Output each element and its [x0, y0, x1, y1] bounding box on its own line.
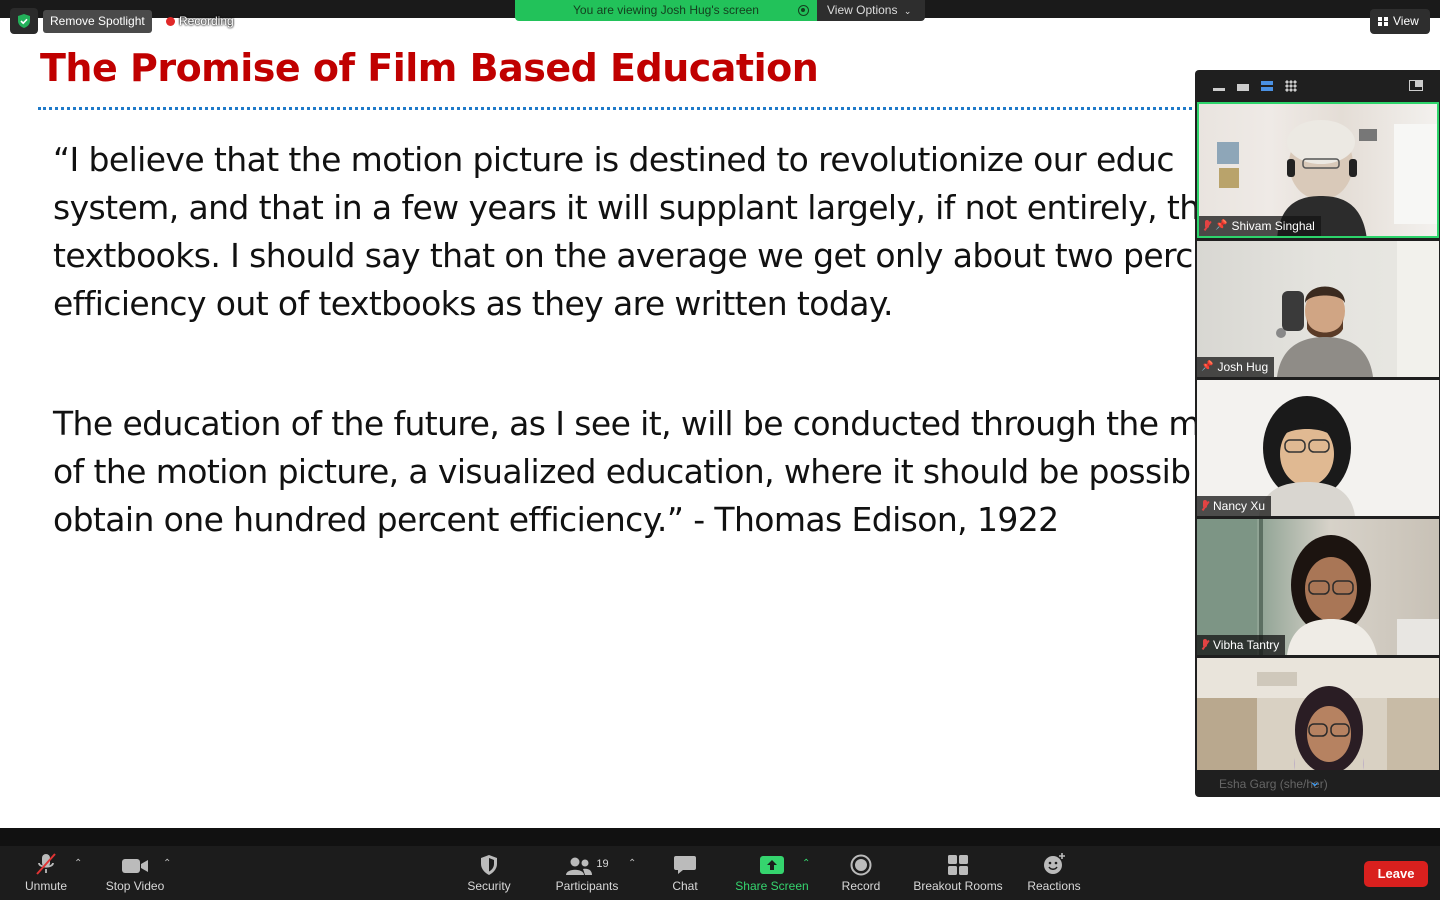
stop-video-button[interactable]: Stop Video: [100, 846, 170, 900]
shield-check-icon: [18, 14, 30, 28]
audio-options-caret[interactable]: ⌃: [74, 858, 82, 869]
recording-indicator[interactable]: Recording: [166, 12, 234, 30]
mic-muted-icon: [1203, 220, 1211, 232]
video-options-caret[interactable]: ⌃: [163, 858, 171, 869]
security-label: Security: [467, 879, 511, 893]
breakout-rooms-button[interactable]: Breakout Rooms: [908, 846, 1008, 900]
video-panel: 📌 Shivam Singhal 📌 Josh Hug Nancy Xu Vib…: [1195, 70, 1440, 797]
share-options-caret[interactable]: ⌃: [802, 858, 810, 869]
participants-button[interactable]: 19 Participants: [550, 846, 624, 900]
pin-icon: 📌: [1215, 220, 1228, 231]
security-button[interactable]: Security: [459, 846, 519, 900]
side-by-side-icon[interactable]: [1409, 80, 1423, 91]
leave-meeting-button[interactable]: Leave: [1364, 861, 1428, 887]
unmute-label: Unmute: [24, 879, 68, 893]
view-label: View: [1393, 14, 1419, 28]
participant-name: Shivam Singhal: [1231, 219, 1315, 233]
shield-icon: [481, 855, 497, 875]
recording-dot-icon: [166, 16, 175, 26]
participant-tile[interactable]: 📌 Shivam Singhal: [1197, 102, 1439, 238]
view-options-button[interactable]: View Options ⌄: [817, 0, 925, 21]
mic-muted-icon: [1201, 500, 1209, 512]
participant-name-tag: Nancy Xu: [1197, 496, 1272, 516]
toolbar-separator: [0, 828, 1440, 846]
slide-title: The Promise of Film Based Education: [40, 46, 819, 90]
meeting-toolbar: Unmute ⌃ Stop Video ⌃ Security 19 Partic…: [0, 846, 1440, 900]
speaker-view-icon[interactable]: [1261, 81, 1273, 91]
breakout-rooms-icon: [948, 855, 968, 875]
participants-label: Participants: [555, 879, 619, 893]
record-button[interactable]: Record: [834, 846, 888, 900]
viewing-banner: You are viewing Josh Hug's screen: [515, 0, 817, 21]
view-button[interactable]: View: [1370, 9, 1430, 34]
mic-muted-icon: [1201, 639, 1209, 651]
chat-bubble-icon: [674, 856, 696, 874]
participant-tile[interactable]: Vibha Tantry: [1197, 519, 1439, 655]
stop-video-label: Stop Video: [105, 879, 165, 893]
recording-label: Recording: [179, 14, 234, 28]
chevron-down-icon[interactable]: ⌄: [1309, 773, 1321, 790]
reactions-button[interactable]: Reactions: [1022, 846, 1086, 900]
chat-button[interactable]: Chat: [660, 846, 710, 900]
minimize-icon[interactable]: [1213, 88, 1225, 91]
participants-icon: [566, 857, 593, 875]
view-options-label: View Options: [827, 3, 898, 17]
thumbnail-view-icon[interactable]: [1237, 84, 1249, 91]
participant-tile[interactable]: Esha Garg (she/her) ⌄: [1197, 658, 1439, 794]
grid-view-icon: [1378, 17, 1388, 26]
screen-share-status-icon: [798, 5, 809, 16]
title-divider: [38, 107, 1198, 110]
video-panel-header: [1195, 70, 1440, 102]
remove-spotlight-button[interactable]: Remove Spotlight: [43, 10, 152, 33]
chevron-down-icon: ⌄: [903, 6, 912, 16]
breakout-rooms-label: Breakout Rooms: [913, 879, 1003, 893]
share-screen-icon: [760, 856, 784, 874]
participant-name: Josh Hug: [1217, 360, 1269, 374]
participant-name-tag: 📌 Josh Hug: [1197, 357, 1275, 377]
participants-count: 19: [596, 858, 609, 870]
microphone-muted-icon: [36, 853, 56, 875]
unmute-button[interactable]: Unmute: [16, 846, 76, 900]
emoji-reaction-icon: [1044, 853, 1065, 874]
participant-tile[interactable]: 📌 Josh Hug: [1197, 241, 1439, 377]
record-label: Record: [841, 879, 881, 893]
video-camera-icon: [122, 859, 148, 873]
participant-name-tag: Vibha Tantry: [1197, 635, 1286, 655]
chat-label: Chat: [672, 879, 698, 893]
participant-tile[interactable]: Nancy Xu: [1197, 380, 1439, 516]
participant-name: Nancy Xu: [1213, 499, 1266, 513]
share-screen-label: Share Screen: [735, 879, 809, 893]
reactions-label: Reactions: [1027, 879, 1081, 893]
participants-options-caret[interactable]: ⌃: [628, 858, 636, 869]
share-screen-button[interactable]: Share Screen: [730, 846, 814, 900]
encryption-shield-button[interactable]: [10, 8, 38, 34]
record-icon: [850, 854, 872, 876]
pin-icon: 📌: [1201, 361, 1214, 372]
participant-name: Vibha Tantry: [1213, 638, 1280, 652]
viewing-banner-text: You are viewing Josh Hug's screen: [573, 3, 759, 17]
participant-name-tag: 📌 Shivam Singhal: [1199, 216, 1321, 236]
gallery-view-icon[interactable]: [1285, 80, 1297, 92]
